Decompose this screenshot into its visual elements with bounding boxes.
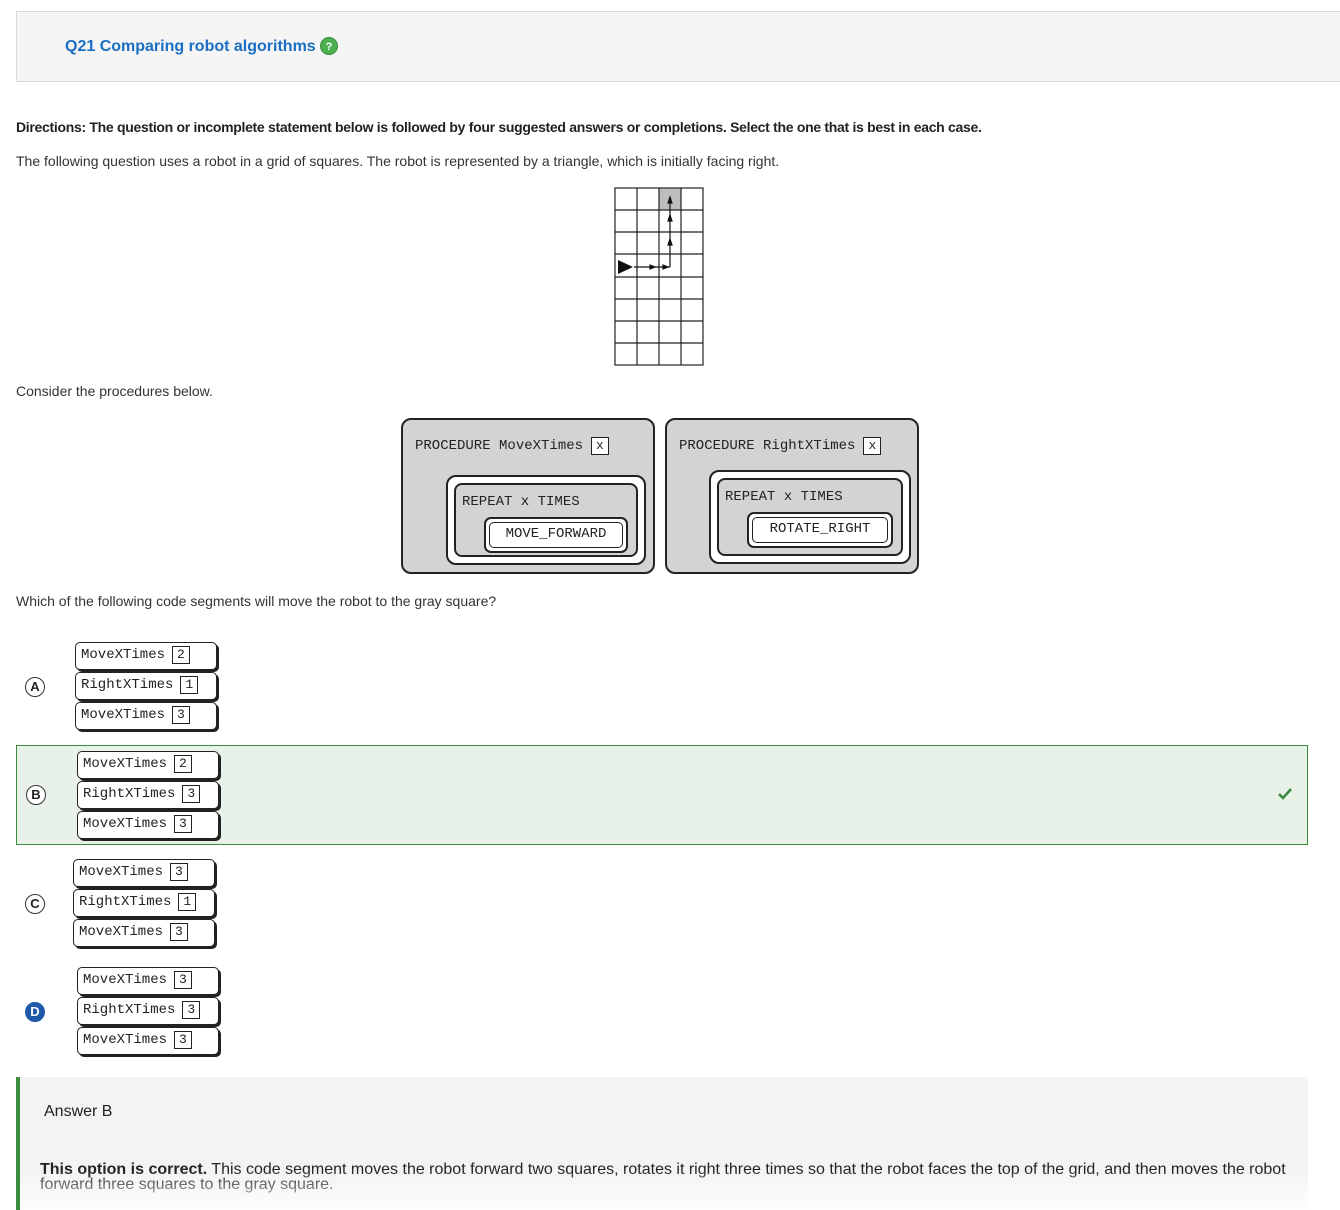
param-box: x xyxy=(863,437,882,455)
robot-triangle xyxy=(618,260,633,274)
code-line: MoveXTimes 2 xyxy=(75,642,217,670)
intro-text: The following question uses a robot in a… xyxy=(16,153,780,169)
procedure-header: PROCEDURE RightXTimes x xyxy=(679,437,882,455)
procedure-move-x-times: PROCEDURE MoveXTimes x REPEAT x TIMES MOV… xyxy=(401,418,655,574)
code-line: MoveXTimes 3 xyxy=(75,702,217,730)
procedure-right-x-times: PROCEDURE RightXTimes x REPEAT x TIMES RO… xyxy=(665,418,919,574)
code-line: RightXTimes 3 xyxy=(77,997,219,1025)
code-line: RightXTimes 3 xyxy=(77,781,219,809)
consider-text: Consider the procedures below. xyxy=(16,383,213,399)
repeat-block: REPEAT x TIMES ROTATE_RIGHT xyxy=(709,470,911,564)
option-letter-d[interactable]: D xyxy=(25,1002,45,1022)
directions-text: Directions: The question or incomplete s… xyxy=(16,119,982,135)
param-box: x xyxy=(591,437,609,455)
option-b[interactable]: B MoveXTimes 2 RightXTimes 3 MoveXTimes 3 xyxy=(16,745,1308,845)
option-d[interactable]: D MoveXTimes 3 RightXTimes 3 MoveXTimes 3 xyxy=(16,962,1308,1062)
command-label: ROTATE_RIGHT xyxy=(752,517,888,543)
code-line: MoveXTimes 3 xyxy=(77,967,219,995)
answer-title: Answer B xyxy=(44,1103,113,1120)
check-icon xyxy=(1278,788,1292,800)
option-a[interactable]: A MoveXTimes 2 RightXTimes 1 MoveXTimes 3 xyxy=(16,637,1308,737)
option-c[interactable]: C MoveXTimes 3 RightXTimes 1 MoveXTimes 3 xyxy=(16,854,1308,954)
code-line: MoveXTimes 3 xyxy=(77,811,219,839)
fade-overlay xyxy=(20,1170,1308,1210)
repeat-block: REPEAT x TIMES MOVE_FORWARD xyxy=(446,475,646,565)
code-line: RightXTimes 1 xyxy=(75,672,217,700)
option-letter-c[interactable]: C xyxy=(25,894,45,914)
command-block: ROTATE_RIGHT xyxy=(747,512,893,548)
command-label: MOVE_FORWARD xyxy=(489,522,623,548)
procedure-header: PROCEDURE MoveXTimes x xyxy=(415,437,609,455)
repeat-label: REPEAT x TIMES xyxy=(725,489,843,505)
code-line: RightXTimes 1 xyxy=(73,889,215,917)
question-title[interactable]: Q21 Comparing robot algorithms xyxy=(65,38,316,56)
command-block: MOVE_FORWARD xyxy=(484,517,628,553)
answer-panel: Answer B This option is correct. This co… xyxy=(16,1077,1308,1210)
robot-grid-figure xyxy=(614,187,704,366)
option-letter-b[interactable]: B xyxy=(26,785,46,805)
code-line: MoveXTimes 2 xyxy=(77,751,219,779)
code-line: MoveXTimes 3 xyxy=(73,859,215,887)
code-line: MoveXTimes 3 xyxy=(77,1027,219,1055)
option-letter-a[interactable]: A xyxy=(25,677,45,697)
question-text: Which of the following code segments wil… xyxy=(16,593,497,609)
help-icon[interactable]: ? xyxy=(320,37,338,55)
question-header: Q21 Comparing robot algorithms ? xyxy=(16,11,1340,82)
code-line: MoveXTimes 3 xyxy=(73,919,215,947)
repeat-label: REPEAT x TIMES xyxy=(462,494,580,510)
